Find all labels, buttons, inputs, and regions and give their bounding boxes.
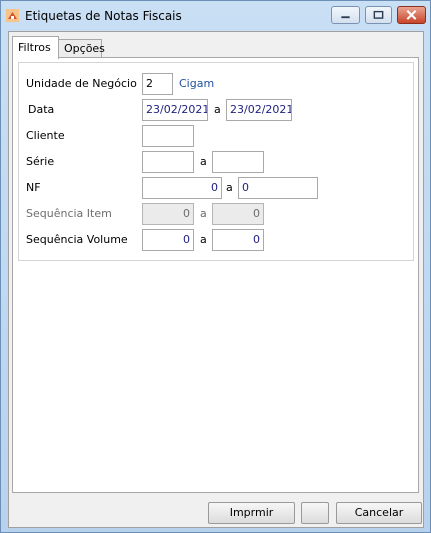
application-window: Etiquetas de Notas Fiscais Filtros Opçõe… [0,0,431,533]
data-from-input[interactable]: 23/02/2021 [142,99,208,121]
data-label: Data [28,103,55,116]
minimize-button[interactable] [331,6,360,24]
serie-separator: a [200,155,207,168]
serie-from-input[interactable] [142,151,194,173]
filtros-panel: Unidade de Negócio 2 Cigam Data 23/02/20… [12,57,419,493]
seq-item-from-input: 0 [142,203,194,225]
seq-volume-separator: a [200,233,207,246]
serie-to-input[interactable] [212,151,264,173]
dialog-body: Filtros Opções Unidade de Negócio 2 Ciga… [8,31,424,528]
nf-to-input[interactable]: 0 [238,177,318,199]
title-bar[interactable]: Etiquetas de Notas Fiscais [1,1,430,31]
seq-item-label: Sequência Item [26,207,112,220]
data-to-input[interactable]: 23/02/2021 [226,99,292,121]
serie-label: Série [26,155,55,168]
nf-from-input[interactable]: 0 [142,177,222,199]
cancel-button[interactable]: Cancelar [336,502,422,524]
seq-volume-label: Sequência Volume [26,233,128,246]
tab-label: Filtros [18,41,51,54]
close-icon [406,9,417,20]
filter-group: Unidade de Negócio 2 Cigam Data 23/02/20… [18,62,414,261]
seq-volume-from-input[interactable]: 0 [142,229,194,251]
close-button[interactable] [397,6,426,24]
tab-opcoes[interactable]: Opções [58,39,105,57]
cliente-label: Cliente [26,129,65,142]
data-separator: a [214,103,221,116]
unidade-code-input[interactable]: 2 [142,73,173,95]
maximize-button[interactable] [365,6,392,24]
seq-item-to-input: 0 [212,203,264,225]
seq-volume-to-input[interactable]: 0 [212,229,264,251]
app-icon [6,9,19,22]
tab-filtros[interactable]: Filtros [12,36,59,59]
unidade-name: Cigam [179,77,215,90]
maximize-icon [373,10,384,19]
nf-separator: a [226,181,233,194]
tab-label: Opções [64,42,105,55]
cliente-input[interactable] [142,125,194,147]
blank-button[interactable] [301,502,329,524]
unidade-label: Unidade de Negócio [26,77,137,90]
seq-item-separator: a [200,207,207,220]
window-title: Etiquetas de Notas Fiscais [25,9,182,23]
minimize-icon [341,16,350,19]
print-button[interactable]: Imprmir [208,502,295,524]
nf-label: NF [26,181,41,194]
